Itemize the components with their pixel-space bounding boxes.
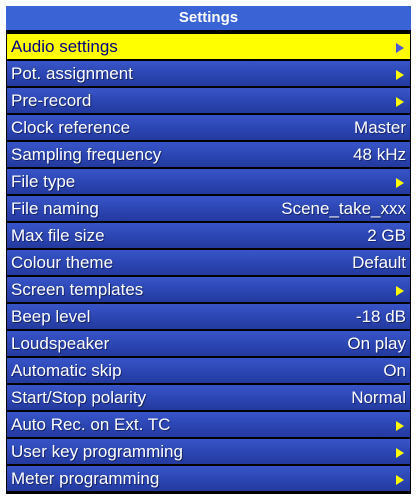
menu-item-label: Start/Stop polarity	[11, 388, 147, 407]
menu-item-label: File type	[11, 172, 76, 191]
settings-panel: Settings Audio settings Pot. assignment Pr…	[6, 6, 411, 494]
menu-item-audio-settings[interactable]: Audio settings	[7, 34, 410, 59]
menu-item-label: Audio settings	[11, 37, 118, 56]
menu-item-pre-record[interactable]: Pre-record	[7, 88, 410, 113]
menu-item-value: 2 GB	[367, 226, 406, 245]
submenu-arrow-icon	[396, 178, 404, 188]
menu-item-max-file-size[interactable]: Max file size 2 GB	[7, 223, 410, 248]
submenu-arrow-icon	[396, 286, 404, 296]
menu-item-auto-rec-on-ext-tc[interactable]: Auto Rec. on Ext. TC	[7, 412, 410, 437]
menu-item-label: Automatic skip	[11, 361, 122, 380]
menu-item-label: Pot. assignment	[11, 64, 133, 83]
menu-item-label: Clock reference	[11, 118, 131, 137]
menu-item-value: On play	[347, 334, 406, 353]
menu-item-label: Beep level	[11, 307, 91, 326]
settings-title: Settings	[6, 6, 411, 30]
settings-menu: Audio settings Pot. assignment Pre-record C…	[7, 34, 410, 493]
menu-item-file-naming[interactable]: File naming Scene_take_xxx	[7, 196, 410, 221]
menu-item-user-key-programming[interactable]: User key programming	[7, 439, 410, 464]
menu-item-colour-theme[interactable]: Colour theme Default	[7, 250, 410, 275]
menu-item-clock-reference[interactable]: Clock reference Master	[7, 115, 410, 140]
menu-item-label: Pre-record	[11, 91, 92, 110]
submenu-arrow-icon	[396, 97, 404, 107]
menu-item-label: Screen templates	[11, 280, 144, 299]
submenu-arrow-icon	[396, 421, 404, 431]
menu-item-label: Meter programming	[11, 469, 160, 488]
menu-item-screen-templates[interactable]: Screen templates	[7, 277, 410, 302]
menu-item-value: Master	[354, 118, 406, 137]
submenu-arrow-icon	[396, 70, 404, 80]
menu-item-automatic-skip[interactable]: Automatic skip On	[7, 358, 410, 383]
menu-item-meter-programming[interactable]: Meter programming	[7, 466, 410, 491]
submenu-arrow-icon	[396, 448, 404, 458]
menu-item-label: File naming	[11, 199, 99, 218]
menu-item-label: Max file size	[11, 226, 105, 245]
submenu-arrow-icon	[396, 43, 404, 53]
menu-item-value: Normal	[351, 388, 406, 407]
menu-item-beep-level[interactable]: Beep level -18 dB	[7, 304, 410, 329]
menu-item-pot-assignment[interactable]: Pot. assignment	[7, 61, 410, 86]
menu-item-loudspeaker[interactable]: Loudspeaker On play	[7, 331, 410, 356]
menu-item-label: Loudspeaker	[11, 334, 110, 353]
menu-item-value: -18 dB	[355, 307, 406, 326]
menu-item-value: Scene_take_xxx	[281, 199, 406, 218]
menu-item-sampling-frequency[interactable]: Sampling frequency 48 kHz	[7, 142, 410, 167]
submenu-arrow-icon	[396, 475, 404, 485]
menu-item-label: Colour theme	[11, 253, 114, 272]
menu-item-file-type[interactable]: File type	[7, 169, 410, 194]
menu-item-value: Default	[352, 253, 406, 272]
menu-item-value: On	[383, 361, 406, 380]
menu-item-value: 48 kHz	[353, 145, 406, 164]
menu-item-label: Sampling frequency	[11, 145, 162, 164]
menu-item-start-stop-polarity[interactable]: Start/Stop polarity Normal	[7, 385, 410, 410]
menu-item-label: Auto Rec. on Ext. TC	[11, 415, 171, 434]
menu-item-label: User key programming	[11, 442, 183, 461]
